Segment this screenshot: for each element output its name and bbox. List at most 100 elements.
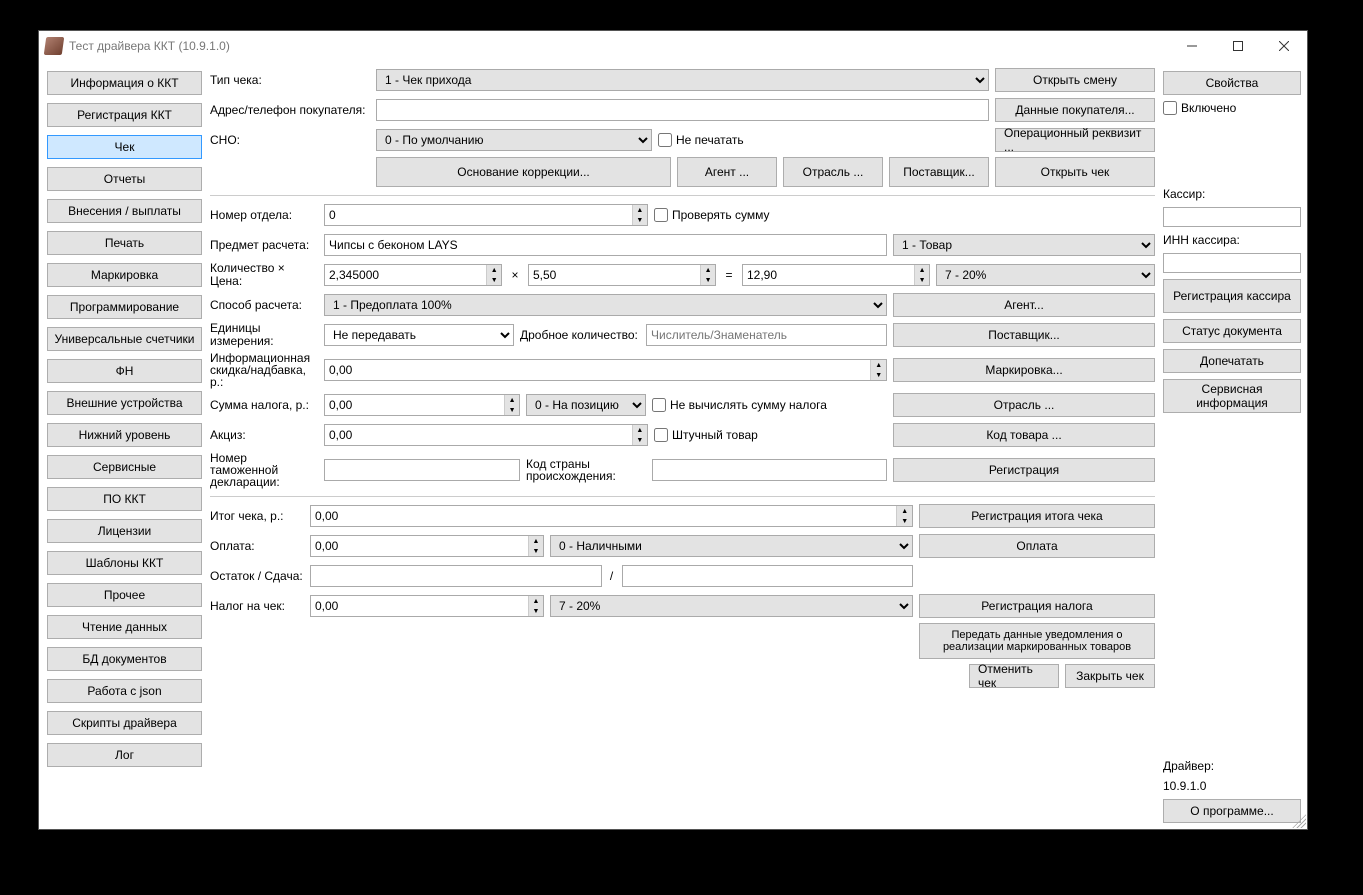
- receipt-total-input[interactable]: ▲▼: [310, 505, 913, 527]
- pay-button[interactable]: Оплата: [919, 534, 1155, 558]
- marking-button[interactable]: Маркировка...: [893, 358, 1155, 382]
- nav-item-17[interactable]: Чтение данных: [47, 615, 202, 639]
- nav-item-18[interactable]: БД документов: [47, 647, 202, 671]
- service-info-button[interactable]: Сервисная информация: [1163, 379, 1301, 413]
- label-customs-num: Номер таможенной декларации:: [210, 452, 318, 488]
- subject-input[interactable]: [324, 234, 887, 256]
- reg-tax-button[interactable]: Регистрация налога: [919, 594, 1155, 618]
- receipt-type-select[interactable]: 1 - Чек прихода: [376, 69, 989, 91]
- label-receipt-total: Итог чека, р.:: [210, 510, 304, 523]
- nav-item-2[interactable]: Чек: [47, 135, 202, 159]
- cashier-input[interactable]: [1163, 207, 1301, 227]
- subject-type-select[interactable]: 1 - Товар: [893, 234, 1155, 256]
- send-marked-button[interactable]: Передать данные уведомления о реализации…: [919, 623, 1155, 659]
- doc-status-button[interactable]: Статус документа: [1163, 319, 1301, 343]
- reg-cashier-button[interactable]: Регистрация кассира: [1163, 279, 1301, 313]
- nav-item-6[interactable]: Маркировка: [47, 263, 202, 287]
- country-input[interactable]: [652, 459, 887, 481]
- pos-total-input[interactable]: ▲▼: [742, 264, 930, 286]
- sno-select[interactable]: 0 - По умолчанию: [376, 129, 652, 151]
- nav-item-12[interactable]: Сервисные: [47, 455, 202, 479]
- label-sno: СНО:: [210, 134, 370, 147]
- industry-button[interactable]: Отрасль ...: [783, 157, 883, 187]
- label-receipt-type: Тип чека:: [210, 74, 370, 87]
- units-select[interactable]: Не передавать: [324, 324, 514, 346]
- check-sum-checkbox[interactable]: [654, 208, 668, 222]
- qty-input[interactable]: ▲▼: [324, 264, 502, 286]
- nav-item-15[interactable]: Шаблоны ККТ: [47, 551, 202, 575]
- piece-goods-checkbox[interactable]: [654, 428, 668, 442]
- tax-sum-input[interactable]: ▲▼: [324, 394, 520, 416]
- payment-input[interactable]: ▲▼: [310, 535, 544, 557]
- discount-input[interactable]: ▲▼: [324, 359, 887, 381]
- no-calc-tax-checkbox[interactable]: [652, 398, 666, 412]
- open-shift-button[interactable]: Открыть смену: [995, 68, 1155, 92]
- change-input-a[interactable]: [310, 565, 602, 587]
- supplier2-button[interactable]: Поставщик...: [893, 323, 1155, 347]
- op-requisite-button[interactable]: Операционный реквизит ...: [995, 128, 1155, 152]
- main-window: Тест драйвера ККТ (10.9.1.0) Информация …: [38, 30, 1308, 830]
- vat-pos-select[interactable]: 7 - 20%: [936, 264, 1155, 286]
- enabled-checkbox[interactable]: [1163, 101, 1177, 115]
- supplier-button[interactable]: Поставщик...: [889, 157, 989, 187]
- reg-total-button[interactable]: Регистрация итога чека: [919, 504, 1155, 528]
- receipt-tax-select[interactable]: 7 - 20%: [550, 595, 913, 617]
- nav-item-3[interactable]: Отчеты: [47, 167, 202, 191]
- nav-item-11[interactable]: Нижний уровень: [47, 423, 202, 447]
- tin-input[interactable]: [1163, 253, 1301, 273]
- agent2-button[interactable]: Агент...: [893, 293, 1155, 317]
- nav-item-5[interactable]: Печать: [47, 231, 202, 255]
- payment-method-select[interactable]: 1 - Предоплата 100%: [324, 294, 887, 316]
- customs-num-input[interactable]: [324, 459, 520, 481]
- cashier-label: Кассир:: [1163, 187, 1301, 201]
- cancel-receipt-button[interactable]: Отменить чек: [969, 664, 1059, 688]
- no-print-checkbox[interactable]: [658, 133, 672, 147]
- buyer-data-button[interactable]: Данные покупателя...: [995, 98, 1155, 122]
- industry2-button[interactable]: Отрасль ...: [893, 393, 1155, 417]
- label-payment-method: Способ расчета:: [210, 299, 318, 312]
- excise-input[interactable]: ▲▼: [324, 424, 648, 446]
- price-input[interactable]: ▲▼: [528, 264, 716, 286]
- buyer-addr-input[interactable]: [376, 99, 989, 121]
- nav-item-13[interactable]: ПО ККТ: [47, 487, 202, 511]
- minimize-button[interactable]: [1169, 31, 1215, 61]
- fractional-input[interactable]: [646, 324, 887, 346]
- close-button[interactable]: [1261, 31, 1307, 61]
- nav-item-9[interactable]: ФН: [47, 359, 202, 383]
- nav-item-19[interactable]: Работа с json: [47, 679, 202, 703]
- registration-button[interactable]: Регистрация: [893, 458, 1155, 482]
- receipt-tax-sum-input[interactable]: ▲▼: [310, 595, 544, 617]
- label-qty-price: Количество × Цена:: [210, 262, 318, 288]
- label-payment: Оплата:: [210, 540, 304, 553]
- properties-button[interactable]: Свойства: [1163, 71, 1301, 95]
- nav-item-21[interactable]: Лог: [47, 743, 202, 767]
- agent-button[interactable]: Агент ...: [677, 157, 777, 187]
- nav-item-10[interactable]: Внешние устройства: [47, 391, 202, 415]
- nav-item-7[interactable]: Программирование: [47, 295, 202, 319]
- resize-grip[interactable]: [1292, 814, 1306, 828]
- nav-item-14[interactable]: Лицензии: [47, 519, 202, 543]
- nav-item-1[interactable]: Регистрация ККТ: [47, 103, 202, 127]
- label-country: Код страны происхождения:: [526, 458, 646, 482]
- payment-type-select[interactable]: 0 - Наличными: [550, 535, 913, 557]
- nav-item-8[interactable]: Универсальные счетчики: [47, 327, 202, 351]
- nav-item-16[interactable]: Прочее: [47, 583, 202, 607]
- no-print-label: Не печатать: [676, 133, 744, 147]
- correction-basis-button[interactable]: Основание коррекции...: [376, 157, 671, 187]
- close-receipt-button[interactable]: Закрыть чек: [1065, 664, 1155, 688]
- nav-item-20[interactable]: Скрипты драйвера: [47, 711, 202, 735]
- label-excise: Акциз:: [210, 429, 318, 442]
- about-button[interactable]: О программе...: [1163, 799, 1301, 823]
- product-code-button[interactable]: Код товара ...: [893, 423, 1155, 447]
- driver-label: Драйвер:: [1163, 759, 1301, 773]
- change-input-b[interactable]: [622, 565, 914, 587]
- enabled-label: Включено: [1181, 101, 1236, 115]
- nav-item-0[interactable]: Информация о ККТ: [47, 71, 202, 95]
- maximize-button[interactable]: [1215, 31, 1261, 61]
- left-nav: Информация о ККТ Регистрация ККТ Чек Отчеты…: [45, 67, 204, 823]
- reprint-button[interactable]: Допечатать: [1163, 349, 1301, 373]
- nav-item-4[interactable]: Внесения / выплаты: [47, 199, 202, 223]
- dept-no-input[interactable]: ▲▼: [324, 204, 648, 226]
- open-receipt-button[interactable]: Открыть чек: [995, 157, 1155, 187]
- tax-mode-select[interactable]: 0 - На позицию: [526, 394, 646, 416]
